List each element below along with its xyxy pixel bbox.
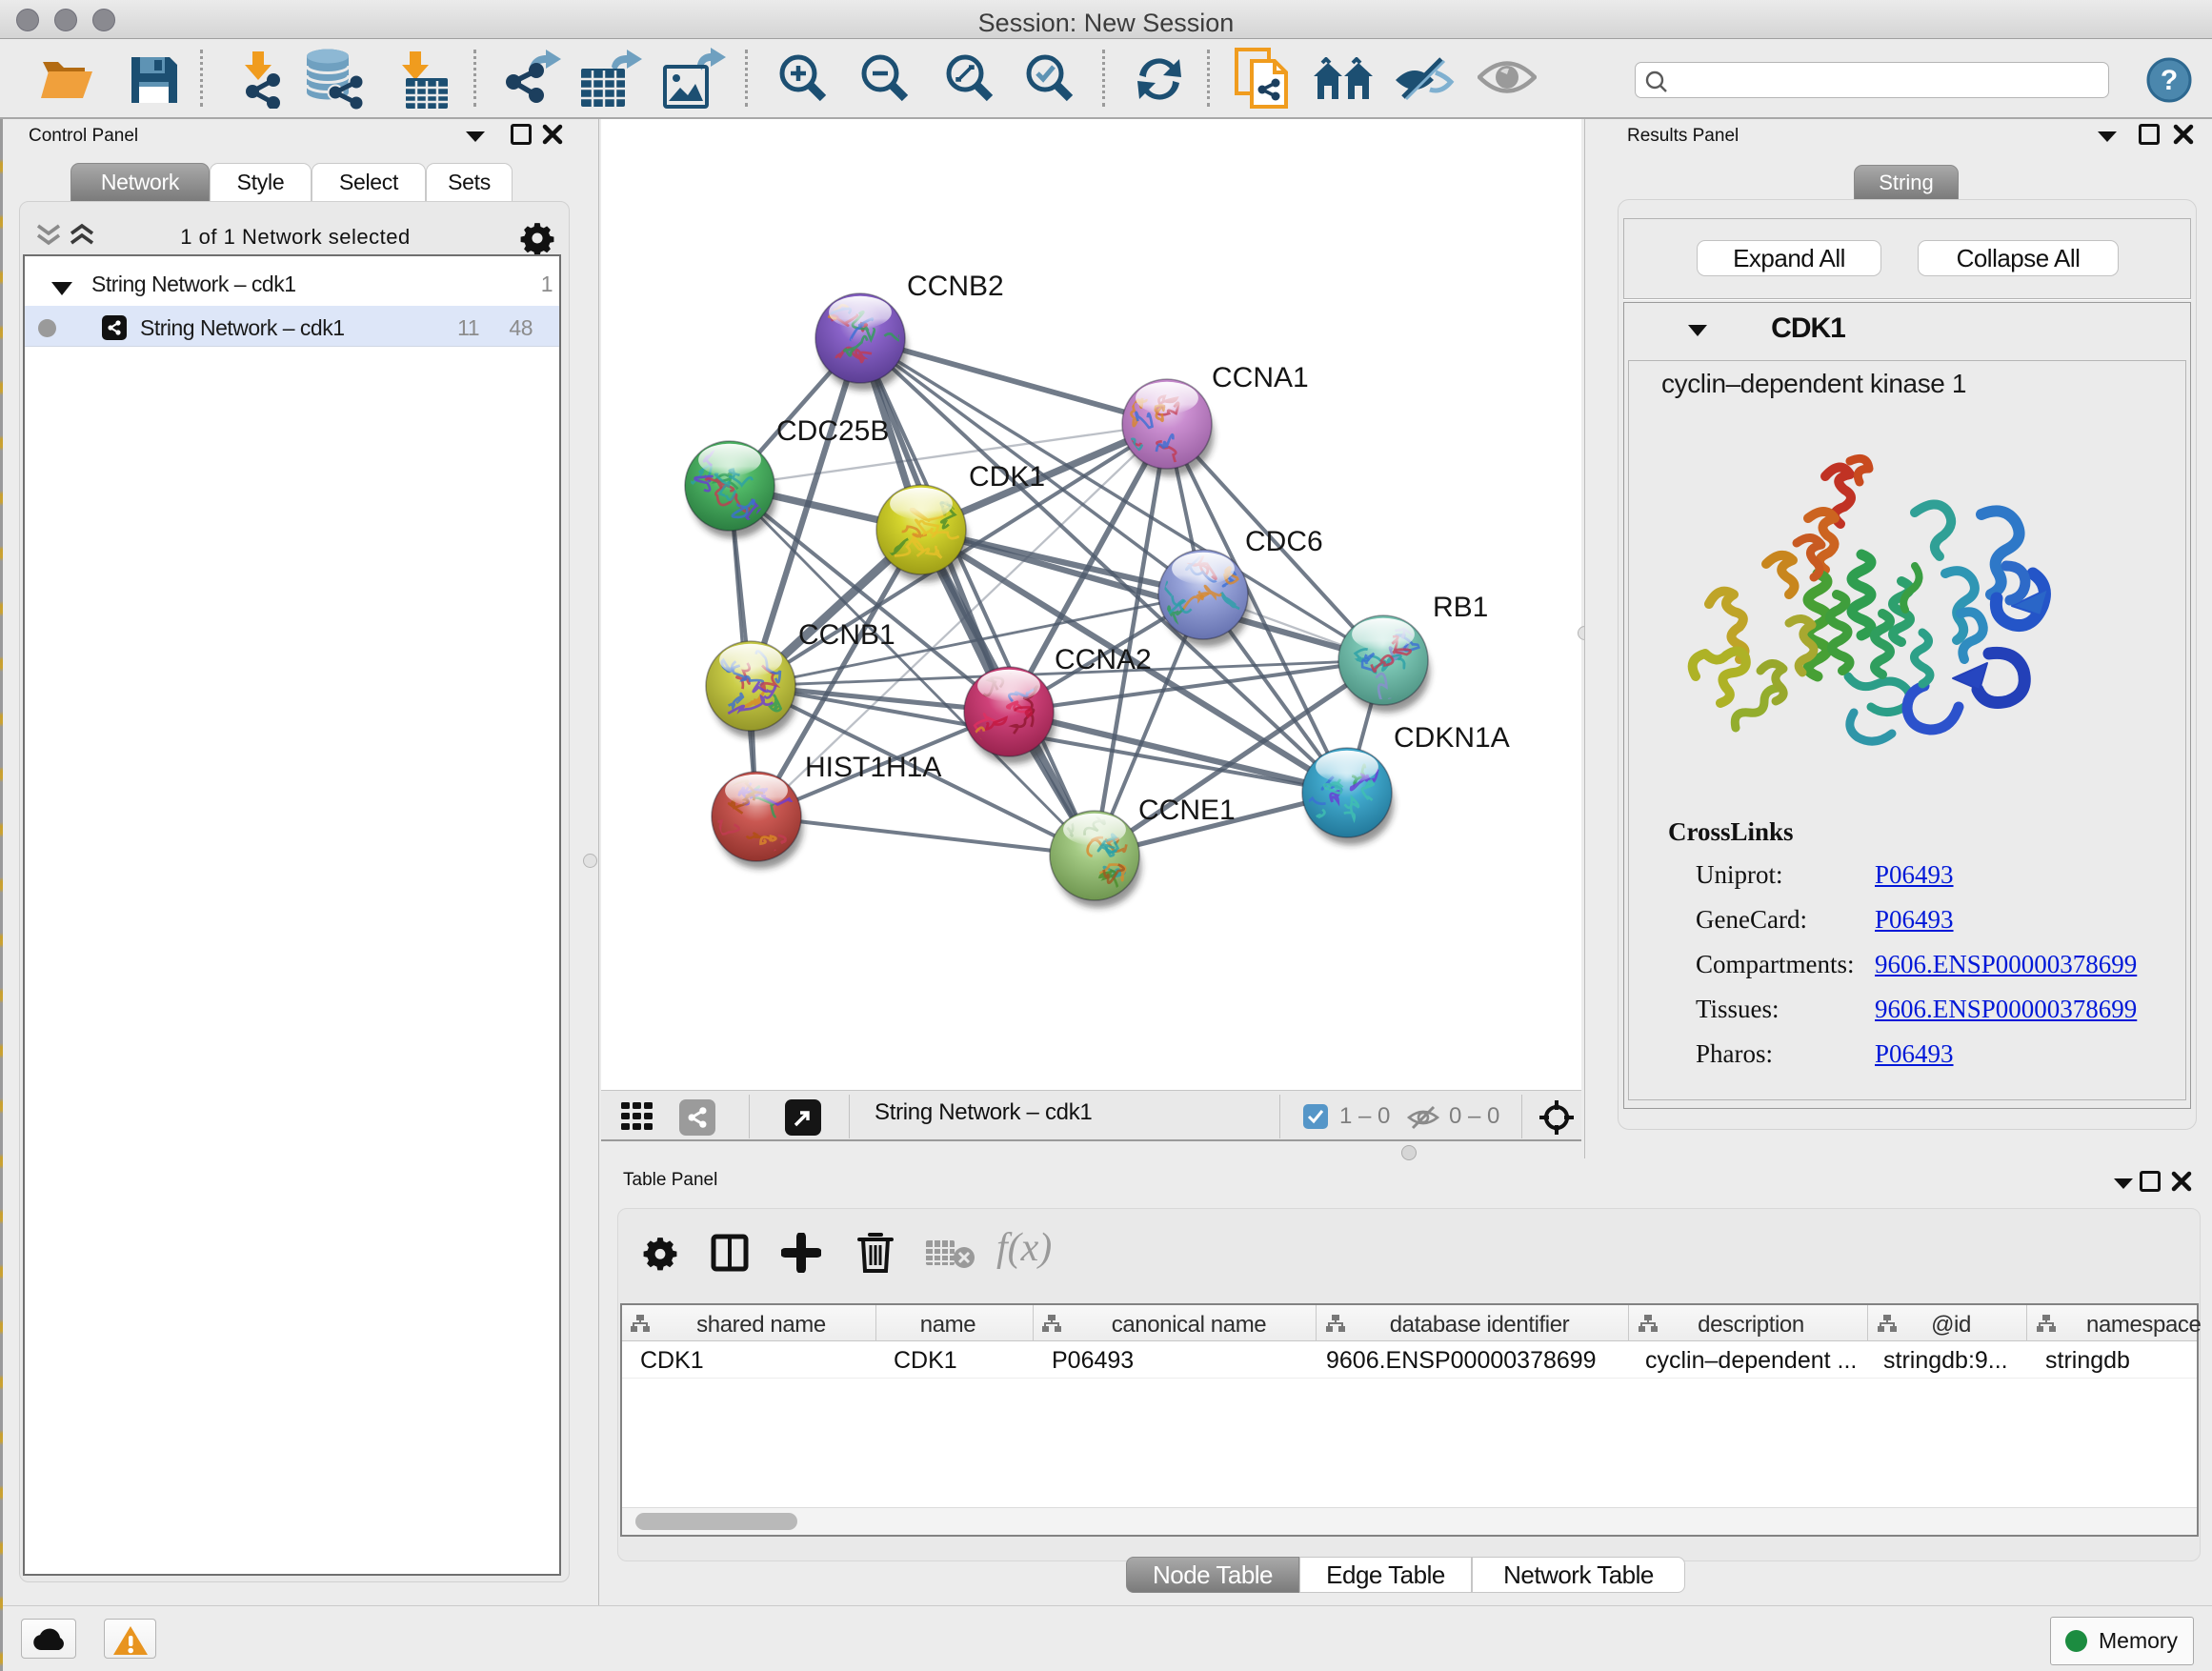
svg-text:CCNA2: CCNA2 [1055, 644, 1152, 675]
svg-text:?: ? [2161, 65, 2178, 96]
svg-text:CDKN1A: CDKN1A [1394, 722, 1510, 754]
svg-text:CCNE1: CCNE1 [1138, 795, 1236, 826]
svg-text:CDC25B: CDC25B [776, 415, 889, 447]
svg-text:CCNB2: CCNB2 [907, 271, 1004, 302]
svg-text:CCNA1: CCNA1 [1212, 362, 1309, 393]
svg-text:CDC6: CDC6 [1245, 526, 1323, 557]
svg-text:HIST1H1A: HIST1H1A [805, 752, 941, 783]
svg-text:CCNB1: CCNB1 [798, 619, 895, 651]
svg-text:CDK1: CDK1 [969, 461, 1045, 493]
svg-text:RB1: RB1 [1433, 592, 1488, 623]
